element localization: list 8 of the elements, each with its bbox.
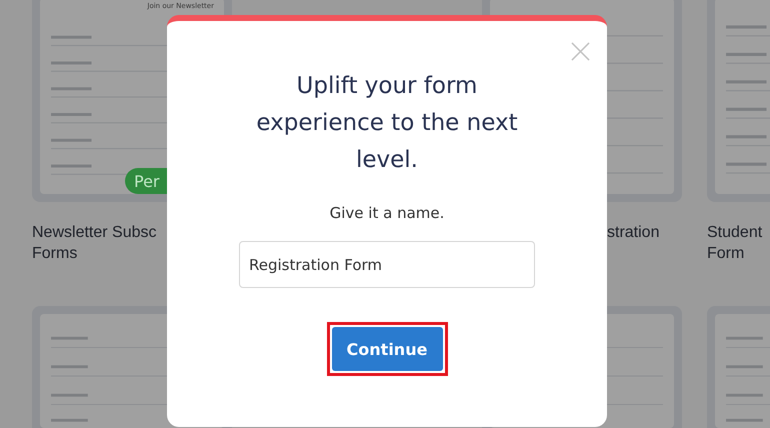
- name-input-field[interactable]: Registration Form: [239, 241, 535, 288]
- modal-heading: Uplift your form experience to the next level.: [255, 72, 519, 175]
- continue-button[interactable]: Continue: [332, 327, 442, 371]
- close-icon[interactable]: [571, 42, 590, 61]
- template-title[interactable]: Student Form: [707, 222, 762, 264]
- template-title[interactable]: Newsletter Subsc Forms: [32, 222, 156, 264]
- template-title[interactable]: stration: [607, 222, 660, 243]
- name-prompt: Give it a name.: [330, 204, 444, 222]
